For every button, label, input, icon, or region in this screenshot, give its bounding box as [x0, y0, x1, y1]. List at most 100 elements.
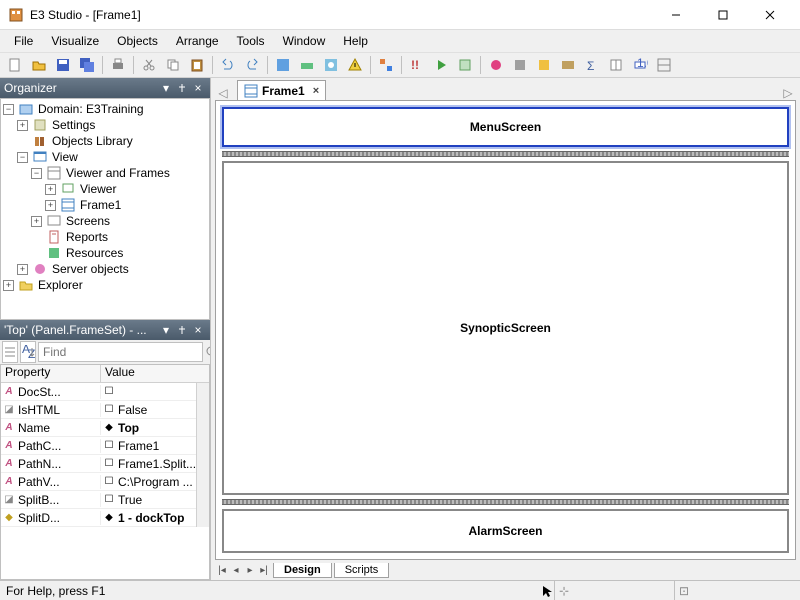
tab-close-icon[interactable]: × [313, 85, 319, 97]
paste-icon[interactable] [186, 54, 208, 76]
splitter-1[interactable] [222, 151, 789, 157]
warning-icon[interactable] [344, 54, 366, 76]
menu-arrange[interactable]: Arrange [168, 32, 227, 50]
menu-objects[interactable]: Objects [109, 32, 166, 50]
tree-reports[interactable]: Reports [3, 229, 207, 245]
new-icon[interactable] [4, 54, 26, 76]
save-all-icon[interactable] [76, 54, 98, 76]
tree-frame1[interactable]: +Frame1 [3, 197, 207, 213]
tab-frame1[interactable]: Frame1 × [237, 80, 326, 100]
tool-d-icon[interactable] [375, 54, 397, 76]
tree-explorer[interactable]: +Explorer [3, 277, 207, 293]
panel-dropdown-icon[interactable]: ▾ [158, 80, 174, 96]
excl-icon[interactable]: !! [406, 54, 428, 76]
resources-icon [46, 245, 62, 261]
menu-tools[interactable]: Tools [229, 32, 273, 50]
tree-domain[interactable]: −Domain: E3Training [3, 101, 207, 117]
tree-viewer[interactable]: +Viewer [3, 181, 207, 197]
copy-icon[interactable] [162, 54, 184, 76]
tool-k-icon[interactable] [653, 54, 675, 76]
tab-scripts[interactable]: Scripts [334, 563, 390, 578]
print-icon[interactable] [107, 54, 129, 76]
panel-close-icon[interactable]: × [190, 322, 206, 338]
tool-e-icon[interactable] [454, 54, 476, 76]
menu-window[interactable]: Window [275, 32, 334, 50]
menu-help[interactable]: Help [335, 32, 376, 50]
close-button[interactable] [747, 1, 792, 29]
prop-type-icon: A [3, 422, 15, 434]
panel-pin-icon[interactable] [174, 322, 190, 338]
tree-settings[interactable]: +Settings [3, 117, 207, 133]
menu-visualize[interactable]: Visualize [43, 32, 107, 50]
prop-type-icon: ◪ [3, 494, 15, 506]
val-icon: ☐ [103, 476, 115, 488]
maximize-button[interactable] [700, 1, 745, 29]
organizer-header: Organizer ▾ × [0, 78, 210, 98]
find-input[interactable] [38, 342, 203, 362]
prop-type-icon: A [3, 476, 15, 488]
tree-resources[interactable]: Resources [3, 245, 207, 261]
val-icon: ◆ [103, 512, 115, 524]
tool-g-icon[interactable] [509, 54, 531, 76]
val-icon: ☐ [103, 404, 115, 416]
app-icon [8, 7, 24, 23]
tool-j-icon[interactable]: 1.0 [629, 54, 651, 76]
splitter-2[interactable] [222, 499, 789, 505]
library-icon [32, 133, 48, 149]
tool-h-icon[interactable] [533, 54, 555, 76]
undo-icon[interactable] [217, 54, 239, 76]
frame-alarm[interactable]: AlarmScreen [222, 509, 789, 553]
cut-icon[interactable] [138, 54, 160, 76]
prop-row[interactable]: ◪SplitB...☐True [1, 491, 196, 509]
menu-file[interactable]: File [6, 32, 41, 50]
frame-menu[interactable]: MenuScreen [222, 107, 789, 147]
categorize-icon[interactable] [2, 341, 18, 363]
scrollbar[interactable] [196, 383, 209, 527]
tree-viewerframes[interactable]: −Viewer and Frames [3, 165, 207, 181]
open-icon[interactable] [28, 54, 50, 76]
sort-icon[interactable]: AZ [20, 341, 36, 363]
tool-f-icon[interactable] [485, 54, 507, 76]
prop-row[interactable]: APathC...☐Frame1 [1, 437, 196, 455]
prop-type-icon: ◆ [3, 512, 15, 524]
svg-text:1.0: 1.0 [637, 57, 648, 70]
tab-scroll-left-icon[interactable]: ◁ [215, 86, 231, 100]
prop-row[interactable]: ADocSt...☐ [1, 383, 196, 401]
prop-row[interactable]: ◪IsHTML☐False [1, 401, 196, 419]
panel-close-icon[interactable]: × [190, 80, 206, 96]
tool-i-icon[interactable] [557, 54, 579, 76]
tree-objlib[interactable]: Objects Library [3, 133, 207, 149]
last-icon[interactable]: ▸| [257, 565, 271, 576]
frame-synoptic[interactable]: SynopticScreen [222, 161, 789, 495]
properties-grid[interactable]: Property Value ADocSt...☐◪IsHTML☐FalseAN… [0, 364, 210, 580]
prop-row[interactable]: APathV...☐C:\Program ... [1, 473, 196, 491]
tree-screens[interactable]: +Screens [3, 213, 207, 229]
tree-view[interactable]: −View [3, 149, 207, 165]
menubar: File Visualize Objects Arrange Tools Win… [0, 30, 800, 52]
tool-a-icon[interactable] [272, 54, 294, 76]
prop-row[interactable]: AName◆Top [1, 419, 196, 437]
prop-row[interactable]: APathN...☐Frame1.Split... [1, 455, 196, 473]
book-icon[interactable] [605, 54, 627, 76]
panel-dropdown-icon[interactable]: ▾ [158, 322, 174, 338]
props-header: 'Top' (Panel.FrameSet) - ... ▾ × [0, 320, 210, 340]
prev-icon[interactable]: ◂ [229, 565, 243, 576]
tool-c-icon[interactable] [320, 54, 342, 76]
next-icon[interactable]: ▸ [243, 565, 257, 576]
tab-design[interactable]: Design [273, 563, 332, 578]
minimize-button[interactable] [653, 1, 698, 29]
save-icon[interactable] [52, 54, 74, 76]
settings-icon [32, 117, 48, 133]
play-icon[interactable] [430, 54, 452, 76]
redo-icon[interactable] [241, 54, 263, 76]
organizer-tree[interactable]: −Domain: E3Training +Settings Objects Li… [0, 98, 210, 320]
tool-b-icon[interactable] [296, 54, 318, 76]
sigma-icon[interactable]: Σ [581, 54, 603, 76]
first-icon[interactable]: |◂ [215, 565, 229, 576]
panel-pin-icon[interactable] [174, 80, 190, 96]
prop-row[interactable]: ◆SplitD...◆1 - dockTop [1, 509, 196, 527]
tab-scroll-right-icon[interactable]: ▷ [780, 86, 796, 100]
tree-serverobj[interactable]: +Server objects [3, 261, 207, 277]
col-property: Property [1, 365, 101, 382]
design-canvas[interactable]: MenuScreen SynopticScreen AlarmScreen [215, 100, 796, 560]
